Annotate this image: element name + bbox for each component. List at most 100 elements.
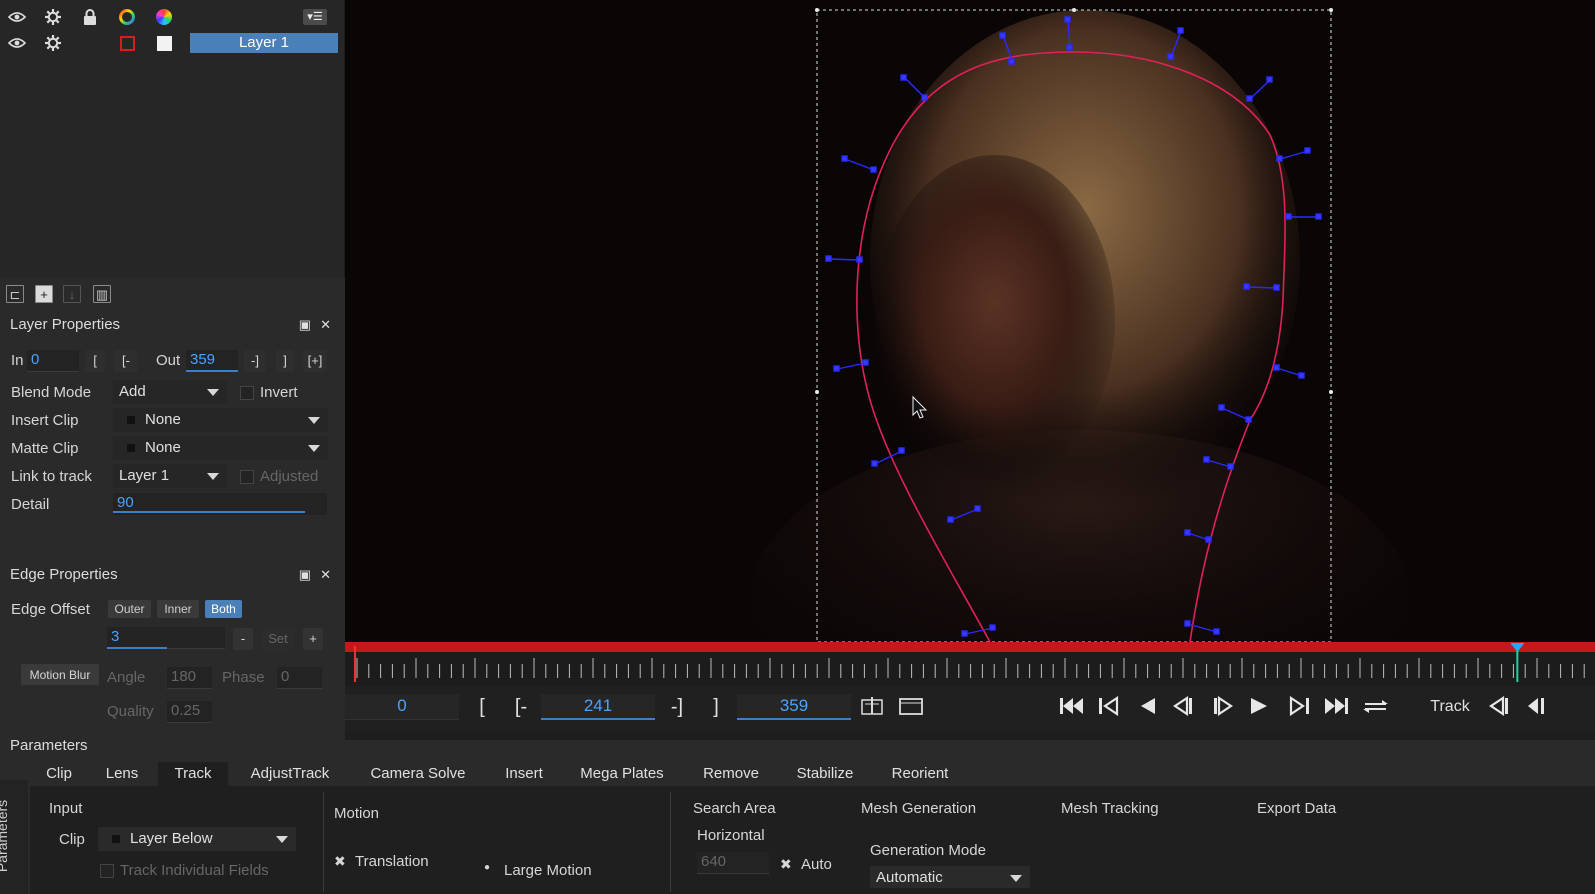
color-ring-icon[interactable] [118, 8, 136, 26]
edge-offset-set-button[interactable]: Set [262, 628, 294, 650]
keyframe-range-icon[interactable] [859, 694, 885, 720]
go-to-end-icon[interactable] [1323, 694, 1351, 720]
input-clip-select[interactable]: Layer Below [98, 827, 296, 851]
next-key-icon[interactable] [1285, 694, 1313, 720]
angle-field[interactable]: 180 [167, 667, 212, 689]
edge-inner-toggle[interactable]: Inner [157, 600, 199, 618]
timeline-ruler[interactable] [345, 642, 1595, 686]
tab-camera-solve[interactable]: Camera Solve [352, 762, 484, 786]
add-layer-icon[interactable]: + [35, 285, 53, 303]
edge-offset-value: 3 [111, 628, 120, 645]
track-step-backward-icon[interactable] [1523, 694, 1551, 720]
gear-icon[interactable] [44, 8, 62, 26]
adjusted-checkbox[interactable] [240, 470, 254, 484]
play-forward-icon[interactable] [1245, 694, 1273, 720]
horizontal-field[interactable]: 640 [697, 852, 769, 874]
large-motion-radio-icon[interactable]: ● [484, 862, 490, 873]
extend-button[interactable]: [+] [303, 350, 327, 372]
viewer-canvas[interactable] [345, 0, 1595, 642]
edge-both-toggle[interactable]: Both [205, 600, 242, 618]
new-folder-icon[interactable]: ⊏ [6, 285, 24, 303]
close-icon[interactable]: ✕ [320, 317, 331, 333]
loop-icon[interactable] [1361, 694, 1391, 720]
timeline[interactable] [345, 642, 1595, 686]
float-icon[interactable]: ▣ [299, 317, 311, 333]
layer-name[interactable]: Layer 1 [190, 33, 338, 53]
horizontal-label: Horizontal [697, 827, 765, 844]
matte-clip-select[interactable]: None [113, 436, 328, 460]
edge-offset-minus-button[interactable]: - [233, 628, 253, 650]
mark-out-button[interactable]: ] [276, 350, 294, 372]
tab-remove[interactable]: Remove [686, 762, 776, 786]
eye-icon[interactable] [8, 8, 26, 26]
auto-check-icon[interactable]: ✖ [780, 856, 792, 873]
previous-key-icon[interactable] [1095, 694, 1123, 720]
import-icon[interactable]: ↓ [63, 285, 81, 303]
chevron-down-icon [207, 473, 219, 480]
edge-outer-toggle[interactable]: Outer [108, 600, 151, 618]
close-icon[interactable]: ✕ [320, 567, 331, 583]
invert-checkbox[interactable] [240, 386, 254, 400]
track-backward-icon[interactable] [1485, 694, 1513, 720]
edge-offset-field[interactable]: 3 [107, 627, 225, 649]
out-frame-field[interactable]: 359 [737, 694, 851, 720]
go-to-out-button[interactable]: -] [665, 694, 689, 720]
motion-blur-toggle[interactable]: Motion Blur [21, 664, 99, 685]
track-fields-checkbox[interactable] [100, 864, 114, 878]
phase-field[interactable]: 0 [277, 667, 322, 689]
tab-clip[interactable]: Clip [32, 762, 86, 786]
tab-insert[interactable]: Insert [490, 762, 558, 786]
mark-out-button[interactable]: ] [707, 694, 725, 720]
blend-mode-value: Add [119, 383, 146, 400]
in-frame-field[interactable]: 241 [541, 694, 655, 720]
eye-icon[interactable] [8, 34, 26, 52]
gear-icon[interactable] [44, 34, 62, 52]
tab-stabilize[interactable]: Stabilize [782, 762, 868, 786]
input-label: Input [49, 800, 83, 817]
transport-bar: 0 [ [- 241 -] ] 359 Track [345, 686, 1595, 732]
trash-icon[interactable]: ▥ [93, 285, 111, 303]
edge-offset-slider-fill[interactable] [107, 647, 167, 649]
edge-offset-plus-button[interactable]: + [303, 628, 323, 650]
layer-color-swatch[interactable] [118, 34, 136, 52]
go-out-button[interactable]: -] [244, 350, 266, 372]
tab-track[interactable]: Track [158, 762, 228, 786]
viewer[interactable] [345, 0, 1595, 642]
translation-check-icon[interactable]: ✖ [334, 853, 346, 870]
mark-in-button[interactable]: [ [85, 350, 105, 372]
parameters-side-tab[interactable]: Parameters [0, 780, 28, 894]
color-wheel-icon[interactable] [155, 8, 173, 26]
go-in-button[interactable]: [- [114, 350, 138, 372]
current-frame-field[interactable]: 0 [345, 694, 459, 720]
panel-menu-icon[interactable]: ▾☰ [303, 9, 327, 25]
tab-lens[interactable]: Lens [92, 762, 152, 786]
detail-slider-fill[interactable] [113, 511, 305, 513]
mark-in-button[interactable]: [ [473, 694, 491, 720]
mesh-generation-label: Mesh Generation [861, 800, 977, 817]
generation-mode-select[interactable]: Automatic [870, 866, 1030, 888]
blend-mode-select[interactable]: Add [113, 380, 227, 404]
go-to-in-button[interactable]: [- [509, 694, 533, 720]
out-field[interactable]: 359 [186, 350, 238, 372]
layer-matte-swatch[interactable] [155, 34, 173, 52]
in-field[interactable]: 0 [27, 350, 79, 372]
tab-mega-plates[interactable]: Mega Plates [564, 762, 680, 786]
timeline-range-bar[interactable] [345, 642, 1595, 652]
layer-row[interactable]: Layer 1 [0, 30, 345, 56]
play-backward-icon[interactable] [1133, 694, 1161, 720]
chevron-down-icon [308, 445, 320, 452]
tab-reorient[interactable]: Reorient [874, 762, 966, 786]
lock-icon[interactable] [81, 8, 99, 26]
insert-clip-select[interactable]: None [113, 408, 328, 432]
layer-tools: ⊏ + ↓ ▥ [0, 283, 345, 307]
auto-label: Auto [801, 856, 832, 873]
clip-range-icon[interactable] [897, 694, 925, 720]
step-backward-icon[interactable] [1169, 694, 1197, 720]
float-icon[interactable]: ▣ [299, 567, 311, 583]
clip-label: Clip [59, 831, 85, 848]
quality-field[interactable]: 0.25 [167, 701, 212, 723]
go-to-start-icon[interactable] [1057, 694, 1085, 720]
link-to-track-select[interactable]: Layer 1 [113, 464, 227, 488]
tab-adjusttrack[interactable]: AdjustTrack [234, 762, 346, 786]
step-forward-icon[interactable] [1209, 694, 1237, 720]
